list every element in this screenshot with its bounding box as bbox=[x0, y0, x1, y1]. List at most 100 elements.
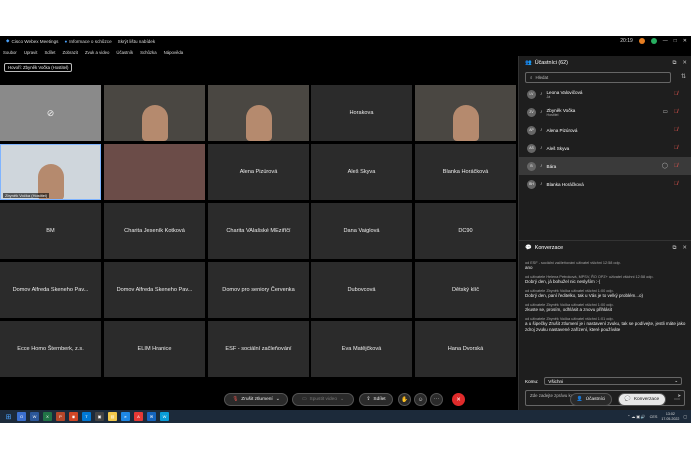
notifications-icon[interactable]: ▢ bbox=[683, 414, 687, 419]
edge-icon[interactable]: e bbox=[121, 412, 130, 421]
person-icon: 👤 bbox=[576, 397, 583, 402]
mic-muted-icon[interactable]: 🎙̸ bbox=[674, 181, 678, 187]
participant-name-tile[interactable]: Ecce Homo Šternberk, z.s. bbox=[0, 321, 101, 377]
word-icon[interactable]: W bbox=[30, 412, 39, 421]
mic-muted-icon[interactable]: 🎙̸ bbox=[674, 145, 678, 151]
chevron-down-icon: ⌄ bbox=[339, 397, 345, 402]
chat-message: od uživatele Zbyněk Vočka uživatel všich… bbox=[525, 317, 686, 333]
mic-muted-icon[interactable]: 🎙̸ bbox=[674, 163, 678, 169]
mic-muted-icon[interactable]: 🎙̸ bbox=[674, 91, 678, 97]
menu-item-3[interactable]: Zobrazit bbox=[62, 50, 78, 55]
avatar: AS bbox=[527, 143, 536, 153]
tile-name-label: Charita Jeseník Kotková bbox=[124, 228, 185, 234]
participant-name-tile[interactable]: Charita VAlašské MEziříčí bbox=[208, 203, 309, 259]
participant-name: Aleš Skyva bbox=[546, 145, 570, 151]
participant-video-tile[interactable] bbox=[415, 85, 516, 141]
participant-name-tile[interactable]: Charita Jeseník Kotková bbox=[104, 203, 205, 259]
mic-muted-icon[interactable]: 🎙̸ bbox=[674, 127, 678, 133]
participant-name-tile[interactable]: BM bbox=[0, 203, 101, 259]
participant-row[interactable]: LV ♪ Leona Valovičová Já 🎙̸ bbox=[519, 85, 691, 103]
participant-name-tile[interactable]: Alena Pizúrová bbox=[208, 144, 309, 200]
more-options-button[interactable]: ⋯ bbox=[430, 393, 443, 406]
leave-meeting-button[interactable]: ✕ bbox=[452, 393, 465, 406]
participant-row[interactable]: AP ♪ Alena Pizúrová 🎙̸ bbox=[519, 121, 691, 139]
chat-message: od uživatele Helena Petroková, MPSV, ŘO … bbox=[525, 275, 686, 285]
more-icon[interactable]: ⋯ bbox=[674, 396, 680, 403]
chat-close-icon[interactable]: ✕ bbox=[682, 245, 687, 251]
participant-name-tile[interactable]: Aleš Skyva bbox=[311, 144, 412, 200]
participants-search-input[interactable]: ⌕ Hledat bbox=[525, 72, 671, 83]
unmute-button[interactable]: 🎙 Zrušit ztlumení ⌄ bbox=[224, 393, 288, 406]
menu-item-6[interactable]: Schůzka bbox=[140, 50, 156, 55]
participant-name-tile[interactable]: Domov pro seniory Červenka bbox=[208, 262, 309, 318]
windows-start-icon[interactable]: ⊞ bbox=[4, 412, 13, 421]
teams-icon[interactable]: T bbox=[82, 412, 91, 421]
participant-name-tile[interactable]: Dana Vaiglová bbox=[311, 203, 412, 259]
speaker-icon: ♪ bbox=[540, 91, 543, 97]
popout-icon[interactable]: ⧉ bbox=[672, 60, 676, 67]
participants-button[interactable]: 👤 Účastníci bbox=[570, 393, 612, 406]
blurred-video-tile[interactable] bbox=[104, 144, 205, 200]
title-bar-right: 20:19 — □ ✕ bbox=[620, 36, 687, 46]
reactions-button[interactable]: ☺ bbox=[414, 393, 427, 406]
recipient-select[interactable]: Všichni ⌄ bbox=[544, 377, 683, 385]
menu-item-2[interactable]: Sdílet bbox=[44, 50, 55, 55]
message-text: a u šipečky Zrušit ztlumení je i nastave… bbox=[525, 321, 686, 332]
minimize-icon[interactable]: — bbox=[663, 38, 668, 44]
participant-video-tile[interactable] bbox=[104, 85, 205, 141]
folder-icon[interactable]: ▤ bbox=[108, 412, 117, 421]
menu-item-0[interactable]: Soubor bbox=[3, 50, 17, 55]
mail-icon[interactable]: ✉ bbox=[147, 412, 156, 421]
powerpoint-icon[interactable]: P bbox=[56, 412, 65, 421]
excel-icon[interactable]: X bbox=[43, 412, 52, 421]
hide-menu-bar-button[interactable]: Skrýt lištu nabídek bbox=[118, 39, 156, 44]
video-off-tile[interactable]: ⊘ bbox=[0, 85, 101, 141]
participant-video-tile[interactable]: Zbyněk Vočka (Hostitel) bbox=[0, 144, 101, 200]
participant-row[interactable]: ZV ♪ Zbyněk Vočka Hostitel ▭ 🎙̸ bbox=[519, 103, 691, 121]
participant-name-tile[interactable]: Blanka Horáčková bbox=[415, 144, 516, 200]
tile-name-label: Ecce Homo Šternberk, z.s. bbox=[17, 346, 84, 352]
menu-item-5[interactable]: Účastník bbox=[116, 50, 133, 55]
outlook-icon[interactable]: O bbox=[17, 412, 26, 421]
acrobat-icon[interactable]: A bbox=[134, 412, 143, 421]
chat-icon[interactable]: ◯ bbox=[662, 163, 668, 169]
chat-button[interactable]: 💬 Konverzace bbox=[618, 393, 666, 406]
participant-name-tile[interactable]: Eva Matějčková bbox=[311, 321, 412, 377]
participant-row[interactable]: AS ♪ Aleš Skyva 🎙̸ bbox=[519, 139, 691, 157]
start-video-button[interactable]: ▭ Spustit video ⌄ bbox=[292, 393, 354, 406]
participant-name-tile[interactable]: Domov Alfreda Skeneho Pav... bbox=[0, 262, 101, 318]
mic-muted-icon[interactable]: 🎙̸ bbox=[674, 109, 678, 115]
menu-item-1[interactable]: Upravit bbox=[24, 50, 38, 55]
close-icon[interactable]: ✕ bbox=[683, 38, 687, 44]
app-title: ◆ Cisco Webex Meetings bbox=[6, 38, 59, 44]
share-button[interactable]: ⇪ Sdílet bbox=[359, 393, 393, 406]
participant-row[interactable]: B ♪ Bára ◯ 🎙̸ bbox=[519, 157, 691, 175]
participant-name: Blanka Horáčková bbox=[546, 181, 584, 187]
menu-item-7[interactable]: Nápověda bbox=[164, 50, 184, 55]
chat-popout-icon[interactable]: ⧉ bbox=[672, 245, 676, 252]
participant-name-tile[interactable]: ESF - sociální začleňování bbox=[208, 321, 309, 377]
close-panel-icon[interactable]: ✕ bbox=[682, 60, 687, 66]
chrome-icon[interactable]: ◉ bbox=[69, 412, 78, 421]
participant-name-tile[interactable]: ELIM Hranice bbox=[104, 321, 205, 377]
participant-name-tile[interactable]: DC90 bbox=[415, 203, 516, 259]
participant-name-tile[interactable]: Hana Dvorská bbox=[415, 321, 516, 377]
sort-icon[interactable]: ⇅ bbox=[681, 73, 686, 80]
participant-name-tile[interactable]: Dětský klíč bbox=[415, 262, 516, 318]
tray-icons[interactable]: ⌃ ☁ ▣ 🔊 bbox=[627, 414, 645, 419]
menu-bar: Soubor Upravit Sdílet Zobrazit Zvuk a video Ú… bbox=[0, 48, 183, 56]
menu-item-4[interactable]: Zvuk a video bbox=[85, 50, 109, 55]
participant-row[interactable]: BH ♪ Blanka Horáčková 🎙̸ bbox=[519, 175, 691, 193]
webex-icon[interactable]: W bbox=[160, 412, 169, 421]
maximize-icon[interactable]: □ bbox=[674, 38, 677, 44]
participant-video-tile[interactable] bbox=[208, 85, 309, 141]
participant-name-tile[interactable]: Domov Alfreda Skeneho Pav... bbox=[104, 262, 205, 318]
taskbar-clock[interactable]: 13:02 17.05.2022 bbox=[661, 412, 679, 421]
participant-name-tile[interactable]: Horakova bbox=[311, 85, 412, 141]
meeting-info-button[interactable]: ● Informace o schůzce bbox=[64, 39, 111, 44]
video-icon: ▭ bbox=[301, 397, 307, 402]
message-text: ano bbox=[525, 265, 533, 270]
app-icon[interactable]: ▣ bbox=[95, 412, 104, 421]
raise-hand-button[interactable]: ✋ bbox=[398, 393, 411, 406]
participant-name-tile[interactable]: Dubovcová bbox=[311, 262, 412, 318]
